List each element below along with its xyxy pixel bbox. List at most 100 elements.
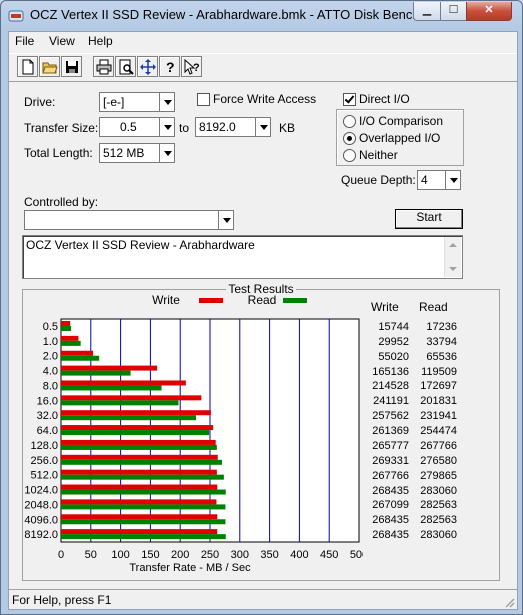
scroll-down-icon[interactable] (445, 261, 461, 277)
resize-grip-icon[interactable] (503, 596, 515, 608)
start-button[interactable]: Start (395, 209, 463, 229)
force-write-checkbox[interactable] (197, 93, 210, 106)
category-label: 0.5 (43, 321, 58, 333)
category-label: 1024.0 (24, 485, 58, 497)
category-label: 32.0 (37, 410, 58, 422)
read-bar (61, 385, 162, 391)
category-label: 4096.0 (24, 514, 58, 526)
queue-depth-select[interactable]: 4 (417, 170, 461, 190)
write-value: 29952 (378, 335, 409, 348)
svg-text:?: ? (193, 62, 200, 74)
x-tick-label: 450 (320, 549, 338, 561)
controlled-by-label: Controlled by: (24, 195, 99, 209)
x-axis-label: Transfer Rate - MB / Sec (129, 562, 251, 574)
neither-label[interactable]: Neither (359, 148, 398, 162)
overlapped-io-label[interactable]: Overlapped I/O (359, 131, 440, 145)
print-button[interactable] (93, 56, 114, 77)
io-comparison-radio[interactable] (343, 115, 356, 128)
read-value: 283060 (420, 484, 457, 497)
description-text: OCZ Vertex II SSD Review - Arabhardware (26, 238, 255, 252)
write-bar (61, 335, 79, 341)
chevron-down-icon[interactable] (445, 171, 461, 189)
minimize-button[interactable]: ▁ (413, 2, 441, 21)
move-button[interactable] (137, 56, 158, 77)
controlled-by-select[interactable] (24, 210, 234, 230)
read-value: 283060 (420, 529, 457, 542)
drive-value: [-e-] (103, 95, 125, 109)
category-label: 512.0 (30, 470, 58, 482)
io-comparison-label[interactable]: I/O Comparison (359, 114, 443, 128)
category-label: 256.0 (30, 455, 58, 467)
neither-radio[interactable] (343, 149, 356, 162)
menu-view[interactable]: View (49, 34, 75, 48)
category-label: 128.0 (30, 440, 58, 452)
drive-label: Drive: (24, 95, 56, 109)
print-preview-button[interactable] (115, 56, 136, 77)
drive-select[interactable]: [-e-] (99, 92, 175, 112)
help-button[interactable]: ? (159, 56, 180, 77)
legend-read-label: Read (248, 293, 277, 307)
read-bar (61, 444, 217, 450)
print-preview-icon (119, 59, 134, 75)
title-bar[interactable]: OCZ Vertex II SSD Review - Arabhardware.… (1, 1, 522, 31)
read-value: 267766 (420, 439, 457, 452)
chevron-down-icon[interactable] (159, 144, 175, 162)
read-bar (61, 504, 226, 510)
total-length-label: Total Length: (24, 146, 93, 160)
write-value: 15744 (378, 321, 409, 333)
read-bar (61, 415, 196, 421)
new-file-icon (22, 59, 34, 75)
chevron-down-icon[interactable] (218, 211, 234, 229)
read-value: 65536 (426, 350, 457, 363)
app-icon (8, 10, 24, 22)
maximize-button[interactable]: ☐ (440, 2, 467, 21)
close-button[interactable]: ✕ (466, 2, 512, 21)
write-value: 55020 (378, 350, 409, 363)
move-icon (140, 59, 156, 75)
force-write-label[interactable]: Force Write Access (213, 92, 316, 106)
overlapped-io-radio[interactable] (343, 132, 356, 145)
open-button[interactable] (39, 56, 60, 77)
transfer-size-from-select[interactable]: 0.5 (99, 117, 175, 137)
menu-help[interactable]: Help (88, 34, 113, 48)
direct-io-label[interactable]: Direct I/O (359, 92, 410, 106)
context-help-button[interactable]: ? (181, 56, 202, 77)
read-bar (61, 519, 226, 525)
transfer-size-to-value: 8192.0 (199, 120, 236, 134)
read-bar (61, 355, 100, 361)
transfer-size-to-select[interactable]: 8192.0 (195, 117, 271, 137)
x-tick-label: 500 (350, 549, 363, 561)
chevron-down-icon[interactable] (255, 118, 271, 136)
chevron-down-icon[interactable] (159, 93, 175, 111)
direct-io-checkbox[interactable] (343, 93, 356, 106)
read-value: 276580 (420, 454, 457, 467)
new-file-button[interactable] (17, 56, 38, 77)
client-area: File View Help ? ? Drive: [-e-] Transfer… (8, 31, 518, 610)
write-bar (61, 380, 186, 386)
category-label: 8192.0 (24, 529, 58, 541)
read-bar (61, 459, 222, 465)
context-help-icon: ? (184, 59, 200, 75)
window-title: OCZ Vertex II SSD Review - Arabhardware.… (30, 7, 449, 22)
category-label: 2048.0 (24, 499, 58, 511)
chevron-down-icon[interactable] (159, 118, 175, 136)
read-value: 231941 (420, 410, 457, 423)
save-button[interactable] (61, 56, 82, 77)
scroll-up-icon[interactable] (445, 237, 461, 253)
x-tick-label: 100 (111, 549, 129, 561)
transfer-size-label: Transfer Size: (24, 121, 99, 135)
write-bar (61, 529, 218, 535)
read-value: 119509 (421, 365, 457, 378)
write-bar (61, 439, 216, 445)
close-icon: ✕ (484, 4, 494, 16)
legend-write-label: Write (152, 293, 180, 307)
x-tick-label: 0 (58, 549, 64, 561)
description-textarea[interactable]: OCZ Vertex II SSD Review - Arabhardware (22, 235, 463, 279)
total-length-select[interactable]: 512 MB (99, 143, 175, 163)
minimize-icon: ▁ (422, 4, 432, 16)
menu-file[interactable]: File (15, 34, 34, 48)
status-bar: For Help, press F1 (9, 589, 517, 610)
x-tick-label: 350 (260, 549, 278, 561)
description-scrollbar[interactable] (444, 237, 461, 277)
write-value: 241191 (373, 395, 409, 408)
